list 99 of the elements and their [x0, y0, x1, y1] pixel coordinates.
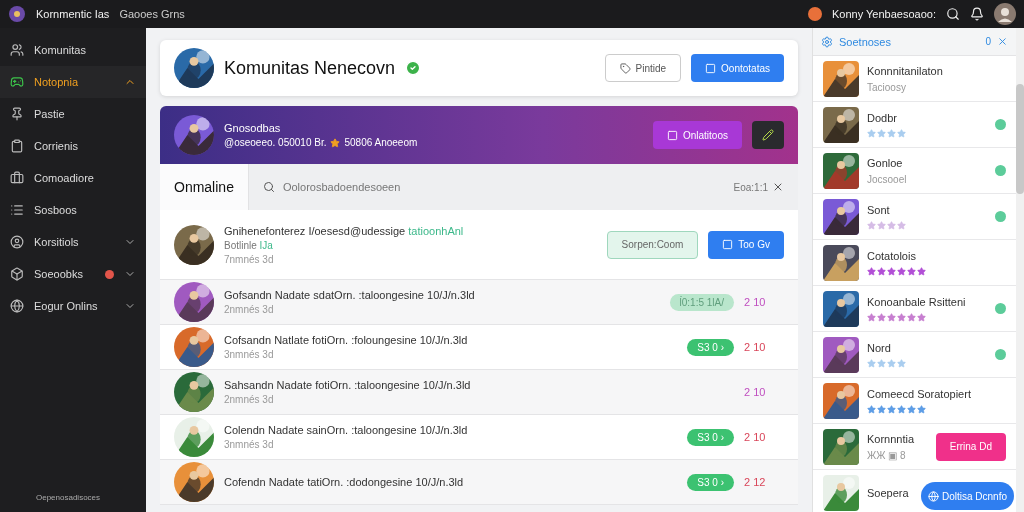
search-icon [262, 181, 275, 193]
header-button[interactable]: Pintide [604, 54, 682, 82]
globe-icon [927, 490, 939, 502]
tab[interactable]: Onmaline [160, 164, 249, 210]
header-button[interactable]: Oontotatas [691, 54, 784, 82]
tag-icon [619, 62, 631, 74]
profile-name: Gnosodbas [224, 122, 282, 134]
status-badge: S3 0 › [687, 473, 734, 491]
game-name: Konoanbale Rsitteni [867, 295, 966, 308]
panel-title: Soetnoses [839, 35, 892, 48]
sidebar-item[interactable]: Corrienis [0, 130, 146, 162]
sidebar-item[interactable]: Komunitas [0, 34, 146, 66]
profile-stats: @oseoeeo. 050010 Br. [224, 137, 327, 148]
filter-label: Eoa:1:1 [733, 181, 768, 193]
close-icon[interactable] [772, 181, 784, 193]
sidebar-item[interactable]: Notopnia [0, 66, 146, 98]
post-button[interactable]: Too Gv [708, 230, 784, 259]
status-badge: ĺ0:1:5 1lA/ [669, 293, 734, 311]
game-item[interactable]: Kornnntia ЖЖ ▣ 8 Errina Dd [813, 424, 1016, 470]
edit-button[interactable] [752, 121, 784, 149]
users-icon [10, 43, 24, 57]
game-item[interactable]: Comeecd Soratopiert [813, 378, 1016, 424]
square-icon [722, 239, 734, 250]
post-title: Colendn Nadate sainOrn. :taloongesine 10/J/n.3ld [224, 424, 468, 436]
game-item[interactable]: Konnnitanilaton Tacioosy [813, 56, 1016, 102]
game-subtitle: Tacioosy [867, 81, 907, 93]
close-icon[interactable] [997, 36, 1008, 47]
user-avatar[interactable] [994, 3, 1016, 25]
scrollbar-thumb[interactable] [1016, 84, 1024, 194]
pencil-icon [762, 129, 774, 141]
search-icon[interactable] [946, 7, 960, 21]
game-name: Kornnntia [867, 432, 915, 445]
post-time: 3nmnés 3d [224, 349, 275, 360]
game-name: Cotatolois [867, 249, 916, 262]
user-icon [10, 235, 24, 249]
game-name: Gonloe [867, 156, 903, 169]
game-name: Nord [867, 341, 891, 354]
status-badge: S3 0 › [687, 428, 734, 446]
post-title: Cofendn Nadate tatiOrn. :dodongesine 10/J/n.3ld [224, 476, 464, 488]
banner-button[interactable]: Onlatitoos [652, 121, 742, 149]
sidebar-item[interactable]: Soeoobks [0, 258, 146, 290]
avatar-icon [808, 7, 822, 21]
comment-count: 2 10 [744, 341, 767, 353]
game-item[interactable]: Cotatolois [813, 240, 1016, 286]
post-title: Gnihenefonterez I/oesesd@udessige tatioonhAnl [224, 224, 464, 237]
post-time: 2nmnés 3d [224, 394, 275, 405]
search-field[interactable]: Oolorosbadoendesoeen [280, 180, 720, 194]
game-subtitle: ЖЖ ▣ 8 [867, 449, 907, 461]
user-name: Konny Yenbaesoaoo: [832, 8, 936, 20]
briefcase-icon [10, 171, 24, 185]
list-icon [10, 203, 24, 217]
comment-count: 2 10 [744, 431, 767, 443]
post-time: 2nmnés 3d [224, 304, 275, 315]
game-name: Soepera [867, 486, 909, 499]
game-name: Sont [867, 203, 890, 216]
profile-rating: 50806 Anoeeom [344, 137, 418, 148]
box-icon [10, 267, 24, 281]
game-item[interactable]: Dodbr [813, 102, 1016, 148]
app-title: Kornmentic Ias [36, 8, 110, 20]
game-subtitle: Jocsooel [867, 173, 908, 185]
post-time: 3nmnés 3d [224, 439, 275, 450]
globe-icon [10, 299, 24, 313]
game-item[interactable]: Nord [813, 332, 1016, 378]
game-item[interactable]: Gonloe Jocsooel [813, 148, 1016, 194]
clipboard-icon [10, 139, 24, 153]
sidebar-footer: Oepenosadisoces [0, 493, 146, 512]
sidebar-item[interactable]: Comoadiore [0, 162, 146, 194]
sidebar-item[interactable]: Sosboos [0, 194, 146, 226]
comment-count: 2 10 [744, 296, 767, 308]
square-icon [705, 62, 717, 74]
comment-count: 2 12 [744, 476, 767, 488]
game-item[interactable]: Konoanbale Rsitteni [813, 286, 1016, 332]
pin-icon [10, 107, 24, 121]
gamepad-icon [10, 75, 24, 89]
logo-icon [8, 5, 26, 23]
post-title: Cofsandn Natlate fotiOrn. :foloungesine 10/J/n.3ld [224, 334, 468, 346]
status-badge: S3 0 › [687, 338, 734, 356]
section-title: Gaooes Grns [119, 8, 185, 20]
sidebar-item[interactable]: Korsitiols [0, 226, 146, 258]
sidebar-item[interactable]: Pastie [0, 98, 146, 130]
post-button[interactable]: Sorpen:Coom [606, 230, 699, 259]
square-icon [666, 129, 678, 141]
settings-icon[interactable] [821, 35, 833, 48]
post-time: 7nmnés 3d [224, 253, 275, 265]
panel-count: 0 [985, 36, 991, 47]
floating-button[interactable]: Doltisa Dcnnfo [920, 482, 1014, 510]
join-button[interactable]: Errina Dd [935, 432, 1006, 461]
game-name: Konnnitanilaton [867, 64, 943, 77]
post-title: Sahsandn Nadate fotiOrn. :taloongesine 10/J/n.3ld [224, 379, 471, 391]
bell-icon[interactable] [970, 7, 984, 21]
comment-count: 2 10 [744, 386, 767, 398]
game-item[interactable]: Sont [813, 194, 1016, 240]
star-icon [330, 137, 341, 148]
game-name: Dodbr [867, 111, 897, 124]
community-title: Komunitas Nenecovn [224, 57, 396, 79]
sidebar-item[interactable]: Eogur Onlins [0, 290, 146, 322]
post-subtitle: Botlinle IJa [224, 239, 274, 251]
game-name: Comeecd Soratopiert [867, 387, 971, 400]
post-title: Gofsandn Nadate sdatOrn. :taloongesine 10/J/n.3ld [224, 289, 475, 301]
